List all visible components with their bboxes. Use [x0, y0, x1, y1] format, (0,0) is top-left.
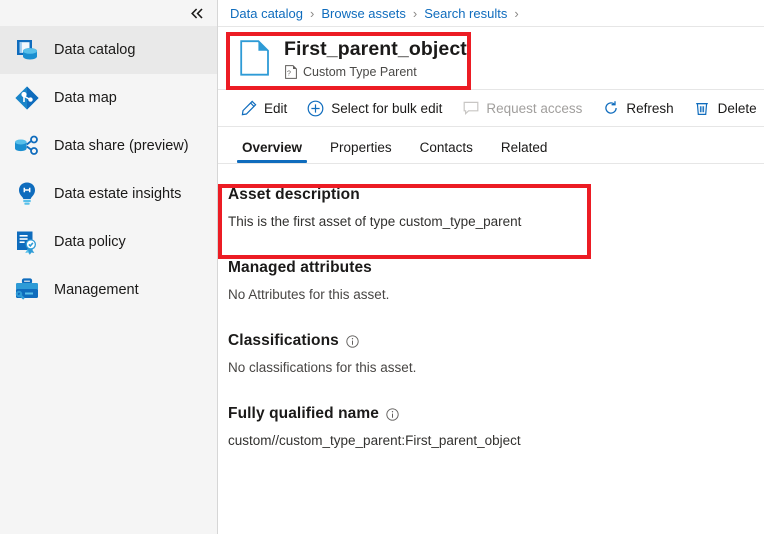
section-heading-label: Asset description — [228, 186, 360, 204]
refresh-icon — [602, 100, 619, 117]
info-icon[interactable] — [386, 408, 399, 421]
section-asset-description: Asset description This is the first asse… — [228, 186, 764, 231]
edit-button[interactable]: Edit — [232, 93, 295, 123]
asset-type-label: Custom Type Parent — [303, 65, 417, 79]
data-map-icon — [12, 83, 42, 113]
data-share-icon — [12, 131, 42, 161]
document-icon — [238, 38, 272, 78]
data-policy-icon — [12, 227, 42, 257]
sidebar-item-label: Data map — [54, 90, 117, 106]
section-heading: Managed attributes — [228, 259, 764, 277]
section-heading-label: Managed attributes — [228, 259, 372, 277]
section-heading: Classifications — [228, 332, 764, 350]
sidebar-item-data-catalog[interactable]: Data catalog — [0, 26, 217, 74]
plus-circle-icon — [307, 100, 324, 117]
comment-icon — [462, 100, 479, 117]
asset-type-row: ? Custom Type Parent — [284, 64, 467, 79]
fully-qualified-name-value: custom//custom_type_parent:First_parent_… — [228, 432, 764, 450]
main-panel: Data catalog › Browse assets › Search re… — [218, 0, 764, 534]
sidebar: Data catalog Data map — [0, 0, 218, 534]
command-label: Request access — [486, 101, 582, 116]
command-label: Refresh — [626, 101, 673, 116]
page-title: First_parent_object — [284, 37, 467, 61]
breadcrumb-separator: › — [413, 6, 417, 21]
delete-button[interactable]: Delete — [686, 93, 764, 123]
tab-bar: Overview Properties Contacts Related — [218, 127, 764, 164]
breadcrumb-separator: › — [514, 6, 518, 21]
request-access-button: Request access — [454, 93, 590, 123]
pencil-icon — [240, 100, 257, 117]
section-heading-label: Fully qualified name — [228, 405, 379, 423]
sidebar-item-label: Data catalog — [54, 42, 135, 58]
breadcrumb-separator: › — [310, 6, 314, 21]
overview-content: Asset description This is the first asse… — [218, 164, 764, 534]
section-heading-label: Classifications — [228, 332, 339, 350]
tab-related[interactable]: Related — [491, 140, 558, 163]
sidebar-nav: Data catalog Data map — [0, 26, 217, 314]
command-label: Delete — [718, 101, 757, 116]
management-icon — [12, 275, 42, 305]
section-classifications: Classifications No classifications for t… — [228, 332, 764, 377]
sidebar-item-label: Data share (preview) — [54, 138, 189, 154]
sidebar-item-label: Data estate insights — [54, 186, 181, 202]
trash-icon — [694, 100, 711, 117]
managed-attributes-value: No Attributes for this asset. — [228, 286, 764, 304]
refresh-button[interactable]: Refresh — [594, 93, 681, 123]
breadcrumb: Data catalog › Browse assets › Search re… — [218, 0, 764, 27]
breadcrumb-item-browse-assets[interactable]: Browse assets — [321, 6, 406, 21]
select-for-bulk-edit-button[interactable]: Select for bulk edit — [299, 93, 450, 123]
app-root: Data catalog Data map — [0, 0, 764, 534]
sidebar-item-label: Data policy — [54, 234, 126, 250]
asset-header: First_parent_object ? Custom Type Parent — [218, 27, 764, 90]
collapse-sidebar-button[interactable] — [185, 2, 209, 24]
breadcrumb-item-data-catalog[interactable]: Data catalog — [230, 6, 303, 21]
data-estate-insights-icon — [12, 179, 42, 209]
section-managed-attributes: Managed attributes No Attributes for thi… — [228, 259, 764, 304]
sidebar-item-data-policy[interactable]: Data policy — [0, 218, 217, 266]
svg-text:?: ? — [287, 70, 291, 77]
section-heading: Fully qualified name — [228, 405, 764, 423]
classifications-value: No classifications for this asset. — [228, 359, 764, 377]
section-fully-qualified-name: Fully qualified name custom//custom_type… — [228, 405, 764, 450]
asset-title-group: First_parent_object ? Custom Type Parent — [284, 37, 467, 79]
sidebar-item-data-map[interactable]: Data map — [0, 74, 217, 122]
chevron-double-left-icon — [191, 8, 204, 19]
tab-properties[interactable]: Properties — [320, 140, 402, 163]
tab-contacts[interactable]: Contacts — [410, 140, 483, 163]
sidebar-item-label: Management — [54, 282, 139, 298]
breadcrumb-item-search-results[interactable]: Search results — [424, 6, 507, 21]
command-label: Select for bulk edit — [331, 101, 442, 116]
command-bar: Edit Select for bulk edit Request a — [218, 90, 764, 127]
tab-overview[interactable]: Overview — [232, 140, 312, 163]
section-heading: Asset description — [228, 186, 764, 204]
sidebar-item-management[interactable]: Management — [0, 266, 217, 314]
sidebar-header — [0, 0, 217, 26]
sidebar-item-data-estate-insights[interactable]: Data estate insights — [0, 170, 217, 218]
info-icon[interactable] — [346, 335, 359, 348]
unknown-type-icon: ? — [284, 64, 297, 79]
sidebar-item-data-share[interactable]: Data share (preview) — [0, 122, 217, 170]
data-catalog-icon — [12, 35, 42, 65]
command-label: Edit — [264, 101, 287, 116]
asset-description-value: This is the first asset of type custom_t… — [228, 213, 764, 231]
